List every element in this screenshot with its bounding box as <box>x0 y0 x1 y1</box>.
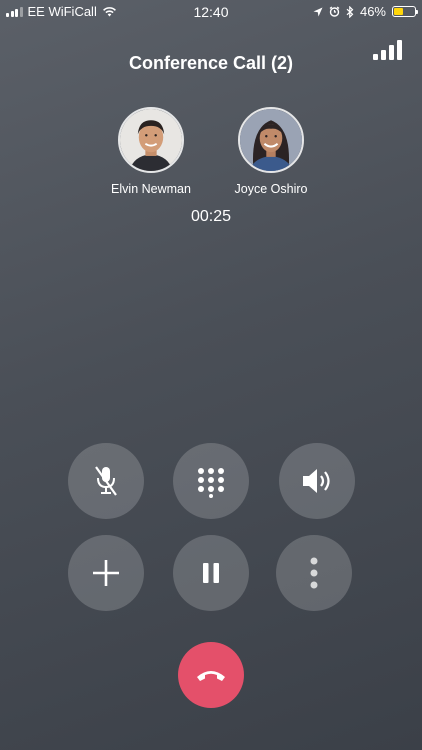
call-quality-icon[interactable] <box>373 38 402 60</box>
microphone-muted-icon <box>95 466 117 496</box>
keypad-button[interactable] <box>173 443 249 519</box>
speaker-button[interactable] <box>279 443 355 519</box>
speaker-icon <box>303 469 330 493</box>
avatar <box>118 107 184 173</box>
pause-icon <box>203 563 219 583</box>
battery-percent: 46% <box>359 4 386 19</box>
status-right: 46% <box>313 4 418 19</box>
more-vertical-icon <box>310 557 318 589</box>
mute-button[interactable] <box>68 443 144 519</box>
add-call-button[interactable] <box>68 535 144 611</box>
status-bar: EE WiFiCall 12:40 46% <box>0 0 422 24</box>
plus-icon <box>93 560 119 586</box>
battery-level <box>394 8 404 15</box>
hold-button[interactable] <box>173 535 249 611</box>
participant-name: Joyce Oshiro <box>234 182 308 196</box>
participant-name: Elvin Newman <box>111 182 191 196</box>
participant[interactable]: Joyce Oshiro <box>226 107 316 196</box>
location-arrow-icon <box>313 7 323 16</box>
end-call-button[interactable] <box>178 642 244 708</box>
alarm-icon <box>329 6 340 17</box>
avatar <box>238 107 304 173</box>
dialpad-icon <box>198 468 224 498</box>
participant-photo <box>120 109 182 171</box>
bluetooth-icon <box>346 5 354 18</box>
hang-up-icon <box>197 671 225 681</box>
battery-icon <box>392 6 418 17</box>
participant-photo <box>240 109 302 171</box>
participant[interactable]: Elvin Newman <box>106 107 196 196</box>
participants: Elvin Newman Joyce Oshiro <box>0 107 422 196</box>
call-title: Conference Call (2) <box>128 53 294 73</box>
call-duration: 00:25 <box>190 208 232 225</box>
more-options-button[interactable] <box>276 535 352 611</box>
